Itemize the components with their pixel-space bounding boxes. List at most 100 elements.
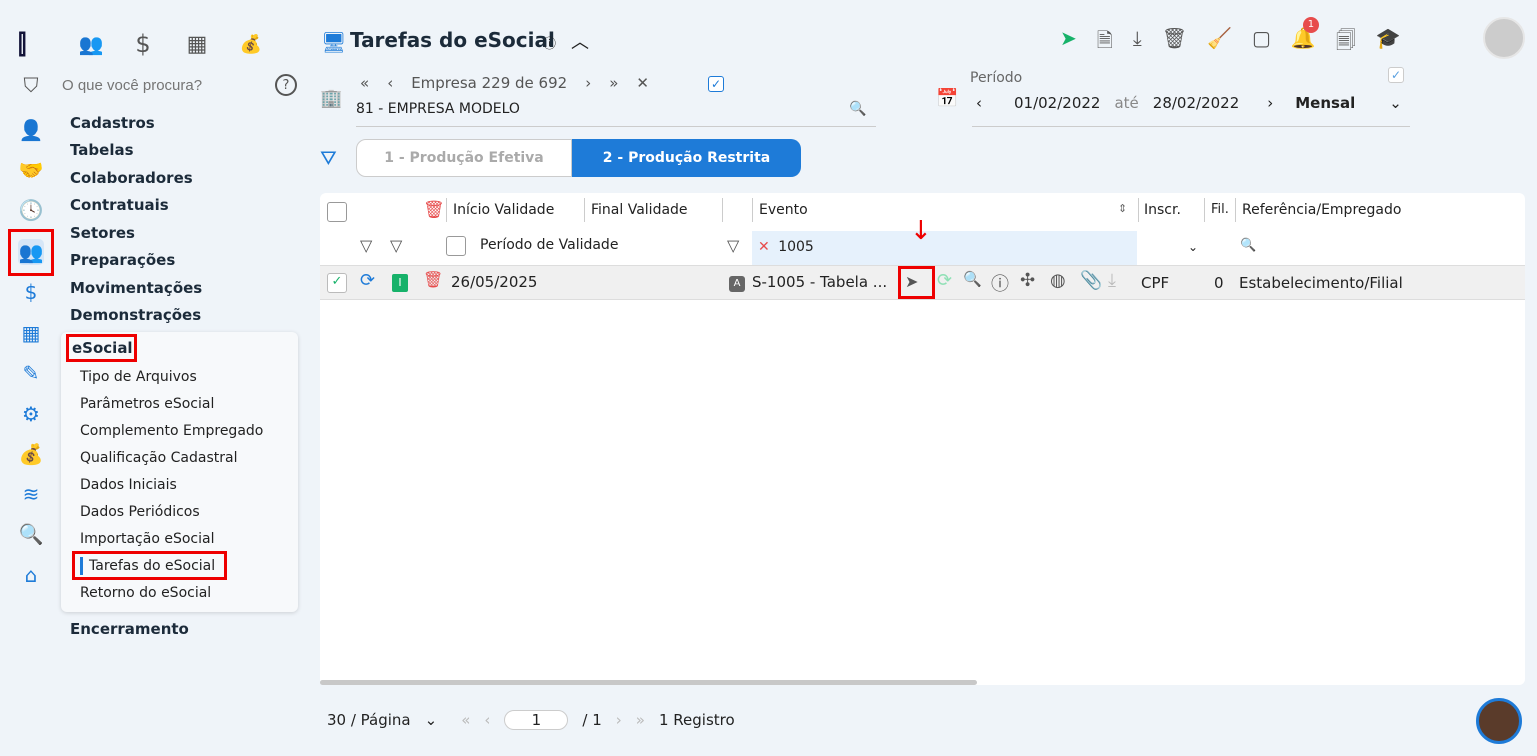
bell-icon[interactable]: 🔔 1 [1291,17,1319,60]
period-checkbox[interactable]: ✓ [1388,67,1404,83]
filter-icon[interactable]: ▽ [390,236,402,255]
note-icon[interactable]: ▢ [1252,26,1271,60]
search-icon[interactable]: 🔍 [18,521,44,547]
company-checkbox[interactable]: ✓ [708,76,724,92]
submenu-item[interactable]: Importação eSocial [80,531,214,547]
filter-icon[interactable]: ⛉ [18,72,44,98]
col-referencia[interactable]: Referência/Empregado [1242,202,1401,218]
search-icon[interactable]: 🔍 [963,270,982,288]
menu-preparacoes[interactable]: Preparações [70,251,175,269]
menu-encerramento[interactable]: Encerramento [70,620,189,638]
pen-icon[interactable]: ✎ [18,360,44,386]
col-final-validade[interactable]: Final Validade [591,202,688,218]
avatar[interactable] [1483,17,1525,59]
col-inscr[interactable]: Inscr. [1144,202,1181,218]
submenu-item[interactable]: Qualificação Cadastral [80,450,237,466]
chevron-down-icon[interactable]: ⌄ [1188,240,1198,254]
last-icon[interactable]: » [609,74,618,92]
send-icon[interactable]: ➤ [1060,26,1077,60]
menu-tabelas[interactable]: Tabelas [70,141,134,159]
submenu-item[interactable]: Tipo de Arquivos [80,369,197,385]
submenu-item[interactable]: Dados Periódicos [80,504,200,520]
filter-icon[interactable]: ⛛ [320,146,337,170]
period-validity-checkbox[interactable] [446,236,466,256]
download-icon[interactable]: ⤓ [1108,270,1116,291]
submenu-item[interactable]: Retorno do eSocial [80,585,211,601]
col-evento[interactable]: Evento [759,202,808,218]
chevron-down-icon[interactable]: ⌄ [1389,94,1402,112]
next-period-icon[interactable]: › [1267,94,1273,112]
row-checkbox[interactable]: ✓ [327,273,347,293]
prev-period-icon[interactable]: ‹ [976,94,982,112]
first-icon[interactable]: « [360,74,369,92]
period-mode[interactable]: Mensal [1295,94,1355,112]
submenu-item[interactable]: Dados Iniciais [80,477,177,493]
calculator-icon[interactable]: ▦ [18,320,44,346]
info-icon[interactable]: ⓘ [543,33,556,52]
first-page-icon[interactable]: « [461,711,470,729]
prev-page-icon[interactable]: ‹ [484,711,490,729]
period-validity-filter[interactable]: Período de Validade [480,237,618,253]
user-gear-icon[interactable]: 👤 [18,117,44,143]
delete-row-icon[interactable]: 🗑 [423,270,443,289]
menu-setores[interactable]: Setores [70,224,135,242]
dollar-icon[interactable]: $ [130,30,156,58]
home-icon[interactable]: ⌂ [18,562,44,588]
puzzle-icon[interactable]: ✣ [1020,270,1035,291]
last-page-icon[interactable]: » [636,711,645,729]
layers-icon[interactable]: ≋ [18,481,44,507]
help-icon[interactable]: ? [275,74,297,96]
report-search-icon[interactable]: 🗐 [1336,26,1356,60]
money-bag-icon[interactable]: 💰 [238,30,264,58]
info-icon[interactable]: ⓘ [991,270,1009,296]
download-icon[interactable]: ⤓ [1133,26,1142,60]
chevron-up-icon[interactable]: ︿ [571,28,589,54]
page-input[interactable]: 1 [504,710,569,730]
refresh-icon[interactable]: ⟳ [937,270,952,291]
dollar-icon[interactable]: $ [18,279,44,305]
evento-filter[interactable]: ✕ 1005 [752,231,1137,265]
col-fil[interactable]: Fil. [1211,202,1229,217]
search-icon[interactable]: 🔍 [1240,238,1256,253]
col-inicio-validade[interactable]: Início Validade [453,202,554,218]
menu-colaboradores[interactable]: Colaboradores [70,169,193,187]
handshake-icon[interactable]: 🤝 [18,157,44,183]
document-icon[interactable]: 🗎 [1097,26,1113,60]
menu-search-input[interactable] [62,74,267,96]
clock-icon[interactable]: 🕓 [18,197,44,223]
select-all-checkbox[interactable] [327,202,347,222]
broom-icon[interactable]: 🧹 [1207,26,1232,60]
delete-all-icon[interactable]: 🗑 [423,200,445,220]
menu-movimentacoes[interactable]: Movimentações [70,279,202,297]
next-page-icon[interactable]: › [616,711,622,729]
submenu-item[interactable]: Complemento Empregado [80,423,263,439]
graduation-cap-icon[interactable]: 🎓 [1376,26,1401,60]
menu-cadastros[interactable]: Cadastros [70,114,155,132]
menu-contratuais[interactable]: Contratuais [70,196,169,214]
head-icon[interactable]: ◍ [1050,270,1066,291]
sync-icon[interactable]: ⟳ [360,270,375,291]
trash-icon[interactable]: 🗑 [1162,26,1187,60]
horizontal-scrollbar[interactable] [320,680,977,685]
search-icon[interactable]: 🔍 [849,101,866,117]
page-size-select[interactable]: 30 / Página [327,711,411,729]
clear-icon[interactable]: ✕ [636,74,649,92]
menu-demonstracoes[interactable]: Demonstrações [70,306,201,324]
assistant-avatar[interactable] [1476,698,1522,744]
network-icon[interactable]: ⚙ [18,401,44,427]
next-icon[interactable]: › [585,74,591,92]
clear-filter-icon[interactable]: ✕ [758,239,770,255]
filter-icon[interactable]: ▽ [360,236,372,255]
tab-producao-efetiva[interactable]: 1 - Produção Efetiva [356,139,572,177]
period-to[interactable]: 28/02/2022 [1153,94,1239,112]
prev-icon[interactable]: ‹ [387,74,393,92]
company-field[interactable]: 81 - EMPRESA MODELO [356,101,876,127]
people-icon[interactable]: 👥 [78,30,104,58]
money-bag-icon[interactable]: 💰 [18,441,44,467]
sort-icon[interactable]: ⇕ [1118,202,1127,215]
tab-producao-restrita[interactable]: 2 - Produção Restrita [572,139,801,177]
filter-icon[interactable]: ▽ [727,236,739,255]
calculator-icon[interactable]: ▦ [184,30,210,58]
paperclip-icon[interactable]: 📎 [1080,270,1102,291]
chevron-down-icon[interactable]: ⌄ [425,711,438,729]
